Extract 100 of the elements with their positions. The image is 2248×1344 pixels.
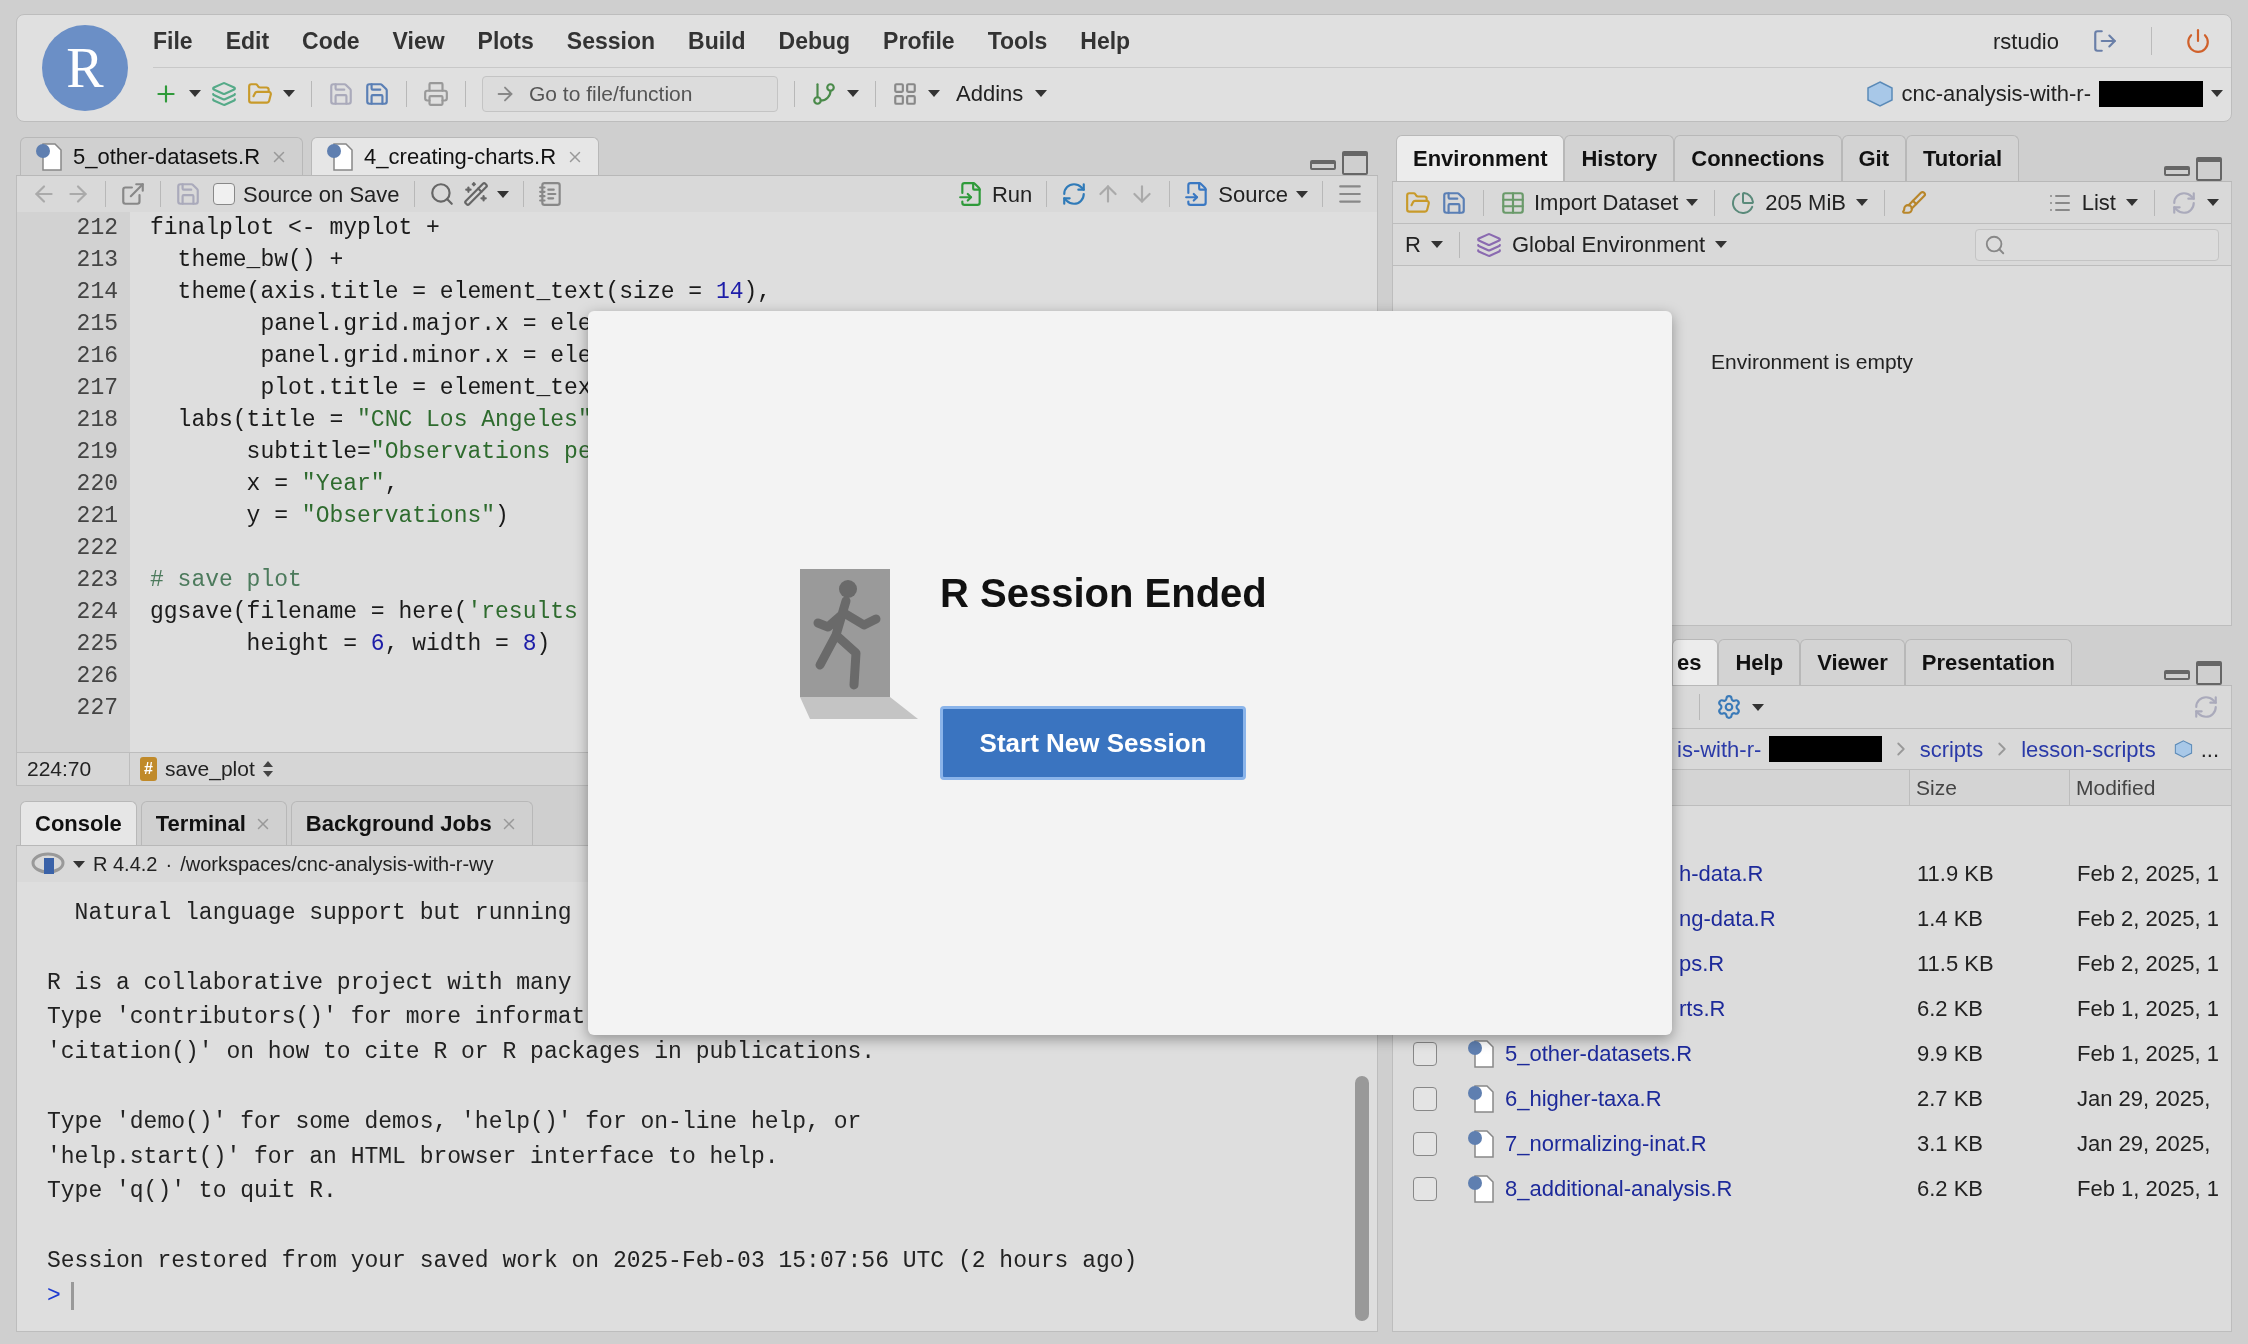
source-button[interactable]: Source xyxy=(1184,177,1288,211)
search-icon[interactable] xyxy=(428,181,455,207)
file-link[interactable]: 7_normalizing-inat.R xyxy=(1505,1127,1707,1160)
addins-menu[interactable]: Addins xyxy=(950,77,1054,110)
caret-icon[interactable] xyxy=(2207,199,2219,206)
save-icon[interactable] xyxy=(328,80,354,107)
magic-wand-icon[interactable] xyxy=(462,181,489,207)
menu-item[interactable]: Edit xyxy=(225,23,270,59)
file-link[interactable]: h-data.R xyxy=(1679,861,1764,886)
file-checkbox[interactable] xyxy=(1413,1041,1437,1066)
go-to-file-field[interactable]: Go to file/function xyxy=(482,75,778,112)
search-field[interactable] xyxy=(1975,228,2219,261)
caret-icon[interactable] xyxy=(496,190,509,198)
pane-tab[interactable]: History xyxy=(1564,135,1675,181)
memory-usage-button[interactable]: 205 MiB xyxy=(1731,186,1868,219)
pane-tab[interactable]: Viewer xyxy=(1800,639,1905,685)
show-in-window-icon[interactable] xyxy=(120,181,146,207)
menu-item[interactable]: Debug xyxy=(778,23,851,59)
column-header[interactable]: Size xyxy=(1909,770,2069,805)
refresh-icon[interactable] xyxy=(2171,189,2197,216)
caret-icon[interactable] xyxy=(928,90,940,97)
menu-item[interactable]: View xyxy=(392,23,445,59)
pane-tab[interactable]: Environment xyxy=(1396,135,1565,181)
menu-item[interactable]: Profile xyxy=(883,23,955,59)
rerun-icon[interactable] xyxy=(1061,181,1088,207)
working-directory[interactable]: /workspaces/cnc-analysis-with-r-wy xyxy=(180,849,494,879)
file-checkbox[interactable] xyxy=(1413,1131,1437,1156)
caret-icon[interactable] xyxy=(1296,190,1308,198)
section-menu[interactable]: # save_plot xyxy=(130,753,273,785)
menu-item[interactable]: Session xyxy=(566,23,656,59)
open-folder-icon[interactable] xyxy=(247,80,273,107)
menu-item[interactable]: Tools xyxy=(987,23,1048,59)
save-all-icon[interactable] xyxy=(364,80,390,107)
power-icon[interactable] xyxy=(2185,28,2211,54)
menu-item[interactable]: Code xyxy=(302,23,360,59)
console-tab[interactable]: Background Jobs xyxy=(290,801,533,845)
broom-icon[interactable] xyxy=(1901,189,1927,216)
caret-icon[interactable] xyxy=(1752,703,1764,711)
scrollbar-thumb[interactable] xyxy=(1355,1076,1369,1321)
caret-icon[interactable] xyxy=(1035,90,1048,97)
run-icon[interactable] xyxy=(957,181,984,207)
more-menu[interactable]: ... xyxy=(2200,732,2219,766)
file-link[interactable]: 6_higher-taxa.R xyxy=(1505,1082,1662,1115)
version-control-icon[interactable] xyxy=(811,80,837,107)
caret-icon[interactable] xyxy=(1715,241,1728,248)
notebook-icon[interactable] xyxy=(537,181,564,207)
pie-chart-icon[interactable] xyxy=(1731,190,1756,215)
pane-tab[interactable]: es xyxy=(1672,639,1719,685)
file-link[interactable]: ps.R xyxy=(1679,951,1725,976)
save-icon[interactable] xyxy=(1441,189,1467,216)
breadcrumb-link[interactable]: is-with-r- xyxy=(1677,732,1762,766)
column-header[interactable]: Modified xyxy=(2069,770,2231,805)
file-link[interactable]: ng-data.R xyxy=(1679,906,1776,931)
menu-item[interactable]: File xyxy=(153,23,193,59)
caret-icon[interactable] xyxy=(847,90,859,97)
table-icon[interactable] xyxy=(1500,189,1526,216)
pane-tab[interactable]: Git xyxy=(1841,135,1907,181)
console-tab[interactable]: Console xyxy=(20,801,137,845)
source-on-save-checkbox[interactable]: Source on Save xyxy=(213,177,400,211)
editor-tab[interactable]: 4_creating-charts.R xyxy=(311,137,600,175)
breadcrumb-link[interactable]: lesson-scripts xyxy=(2021,732,2156,766)
menu-item[interactable]: Plots xyxy=(477,23,534,59)
print-icon[interactable] xyxy=(423,80,449,107)
editor-tab[interactable]: 5_other-datasets.R xyxy=(20,137,304,175)
language-menu[interactable]: R xyxy=(1405,228,1443,261)
console-tab[interactable]: Terminal xyxy=(140,801,287,845)
search-icon[interactable] xyxy=(1984,233,2006,256)
save-icon[interactable] xyxy=(175,181,201,207)
refresh-icon[interactable] xyxy=(2193,694,2219,720)
menu-item[interactable]: Help xyxy=(1080,23,1131,59)
settings-icon[interactable] xyxy=(1716,694,1742,720)
up-down-caret-icon[interactable] xyxy=(262,761,273,777)
caret-icon[interactable] xyxy=(1686,199,1699,206)
project-name[interactable]: cnc-analysis-with-r- xyxy=(1901,77,2091,110)
open-folder-icon[interactable] xyxy=(1405,189,1431,216)
start-new-session-button[interactable]: Start New Session xyxy=(940,706,1246,780)
breadcrumb-link[interactable]: scripts xyxy=(1919,732,1984,766)
caret-icon[interactable] xyxy=(189,90,201,97)
pane-tab[interactable]: Connections xyxy=(1674,135,1842,181)
caret-icon[interactable] xyxy=(2211,90,2223,97)
run-button[interactable]: Run xyxy=(957,177,1033,211)
layers-icon[interactable] xyxy=(1475,231,1502,258)
maximize-icon[interactable] xyxy=(2196,661,2222,685)
file-link[interactable]: 8_additional-analysis.R xyxy=(1505,1172,1733,1205)
maximize-icon[interactable] xyxy=(1342,151,1368,175)
sign-out-icon[interactable] xyxy=(2092,28,2118,54)
caret-icon[interactable] xyxy=(1430,241,1443,248)
pane-tab[interactable]: Presentation xyxy=(1904,639,2072,685)
pane-tab[interactable]: Help xyxy=(1718,639,1801,685)
caret-icon[interactable] xyxy=(73,860,85,868)
file-link[interactable]: rts.R xyxy=(1679,996,1726,1021)
pane-layout-icon[interactable] xyxy=(892,80,918,107)
file-checkbox[interactable] xyxy=(1413,1176,1437,1201)
caret-icon[interactable] xyxy=(283,90,295,97)
caret-icon[interactable] xyxy=(1856,199,1868,206)
import-dataset-button[interactable]: Import Dataset xyxy=(1500,186,1699,219)
caret-icon[interactable] xyxy=(2126,199,2138,206)
pane-tab[interactable]: Tutorial xyxy=(1906,135,2020,181)
view-mode-button[interactable]: List xyxy=(2047,186,2138,219)
file-link[interactable]: 5_other-datasets.R xyxy=(1505,1037,1693,1070)
